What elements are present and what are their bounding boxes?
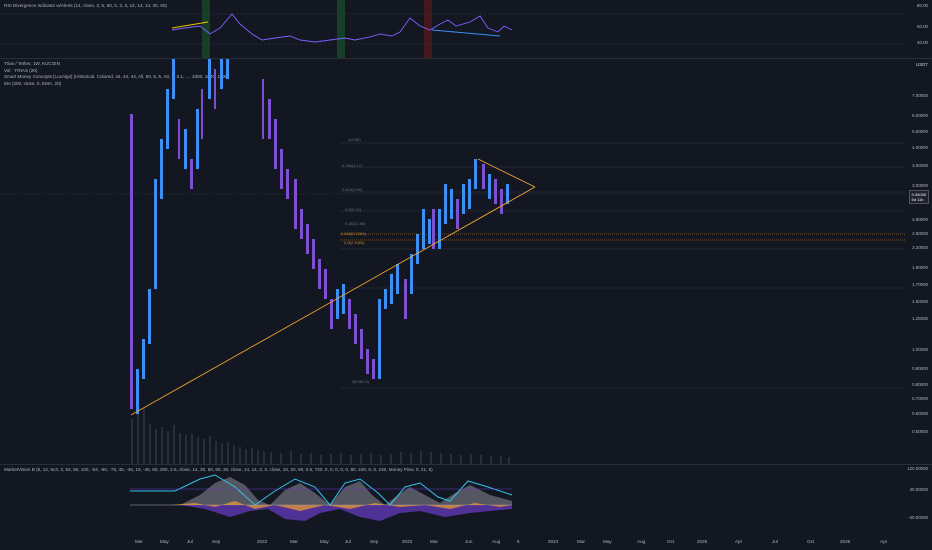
time-tick: May [603, 539, 612, 544]
rsi-pane: RSI Divergence Indicator w/Alerts (14, c… [0, 0, 932, 58]
mv-axis-neg40: -40.00000 [908, 515, 928, 520]
price-tick: 6.00000 [912, 113, 928, 118]
time-tick: 5 [517, 539, 520, 544]
time-tick: 2024 [548, 539, 559, 544]
price-tick: 7.00000 [912, 93, 928, 98]
price-chart[interactable] [0, 59, 932, 464]
rsi-axis: 80.00 60.00 40.00 [908, 0, 932, 58]
mv-axis-120: 120.00000 [907, 466, 928, 471]
mv-fill-gray [130, 477, 512, 505]
time-tick: Jun [465, 539, 473, 544]
price-tick: 0.70000 [912, 396, 928, 401]
volume-bars [131, 399, 510, 464]
price-tick: 2.50000 [912, 231, 928, 236]
time-tick: Apr [735, 539, 743, 544]
price-tick: 0.60000 [912, 411, 928, 416]
rsi-highlight-green-2 [337, 0, 345, 58]
fib-1: 1(4.88) [348, 137, 361, 142]
price-tick: 0.90000 [912, 366, 928, 371]
mv-axis-40: 40.00000 [909, 487, 928, 492]
candles-down [130, 69, 503, 409]
marketvision-pane: MarketVision B (9, 12, 9c3, 3, 53, 60, 1… [0, 465, 932, 535]
time-tick: Aug [492, 539, 501, 544]
time-tick: May [320, 539, 329, 544]
rsi-axis-60: 60.00 [917, 24, 928, 29]
time-tick: May [160, 539, 169, 544]
time-tick: Sep [212, 539, 221, 544]
time-tick: 2025 [697, 539, 708, 544]
trendline-support [130, 186, 536, 416]
price-tick: 2.20000 [912, 245, 928, 250]
time-tick: Jul [345, 539, 351, 544]
mv-plot [130, 474, 513, 521]
fib-618: 0.618(3.60) [342, 187, 363, 192]
mv-axis: 120.00000 40.00000 -40.00000 [907, 465, 932, 535]
time-tick: Oct [807, 539, 815, 544]
time-tick: Oct [667, 539, 675, 544]
time-tick: Mar [135, 539, 143, 544]
rsi-axis-80: 80.00 [917, 3, 928, 8]
time-tick: Jul [772, 539, 778, 544]
price-tick: 5.00000 [912, 129, 928, 134]
price-tick: 0.50000 [912, 429, 928, 434]
fib-382: 0.382(2.86) [345, 221, 366, 226]
time-tick: Jul [187, 539, 193, 544]
time-tick: Apr [880, 539, 888, 544]
currency-label: USDT [916, 62, 928, 67]
time-tick: Sep [370, 539, 379, 544]
rsi-divergence-bull [431, 29, 501, 37]
price-tick: 3.50000 [912, 163, 928, 168]
current-price-tag: 3.34035 5d 11h [908, 190, 929, 204]
fib-0: 0(0.8674) [352, 379, 370, 384]
fib-786: 0.786(4.17) [342, 163, 363, 168]
bar-countdown: 5d 11h [911, 197, 924, 202]
trendline-resistance [477, 158, 536, 188]
time-tick: Mar [430, 539, 438, 544]
price-tick: 0.80000 [912, 382, 928, 387]
time-tick: Aug [637, 539, 646, 544]
fib-5: 0.5(3.20) [345, 207, 362, 212]
time-tick: 2022 [257, 539, 268, 544]
fib-5-b: 0.5(2.2080) [344, 240, 365, 245]
time-tick: 2023 [402, 539, 413, 544]
candles-up [136, 59, 509, 414]
time-tick: Mar [290, 539, 298, 544]
fib-618-b: 0.618(2.2081) [341, 231, 366, 236]
rsi-axis-40: 40.00 [917, 40, 928, 45]
price-tick: 1.50000 [912, 299, 928, 304]
price-tick: 2.80000 [912, 217, 928, 222]
price-tick: 1.25000 [912, 316, 928, 321]
price-tick: 1.70000 [912, 282, 928, 287]
price-tick: 1.00000 [912, 347, 928, 352]
main-pane: Trias / Tether, 1W, KUCOIN Vol · TRIAS (… [0, 59, 932, 464]
rsi-plot [0, 0, 905, 58]
time-tick: 2026 [840, 539, 851, 544]
price-tick: 1.90000 [912, 265, 928, 270]
price-axis[interactable]: USDT 7.00000 6.00000 5.00000 4.00000 3.5… [908, 59, 932, 464]
price-tick: 4.00000 [912, 145, 928, 150]
time-tick: Mar [577, 539, 585, 544]
price-tick: 3.00000 [912, 183, 928, 188]
time-axis[interactable]: Mar May Jul Sep 2022 Mar May Jul Sep 202… [0, 535, 932, 550]
